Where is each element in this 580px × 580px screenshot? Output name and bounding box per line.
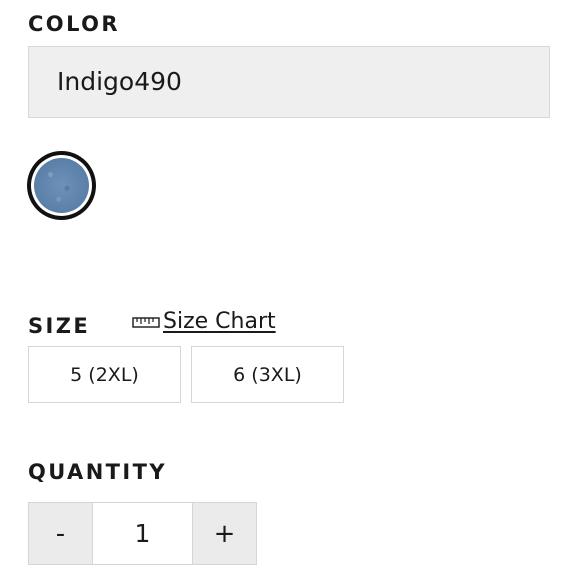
size-chart-label: Size Chart [163, 309, 276, 334]
quantity-stepper: - 1 + [28, 502, 257, 565]
quantity-decrement-button[interactable]: - [29, 503, 93, 564]
color-selected-value: Indigo490 [57, 67, 182, 96]
color-selected-display: Indigo490 [28, 46, 550, 118]
color-heading: COLOR [28, 12, 120, 36]
size-option-2xl[interactable]: 5 (2XL) [28, 346, 181, 403]
color-swatch-fill [34, 158, 89, 213]
quantity-heading: QUANTITY [28, 460, 167, 484]
size-option-3xl[interactable]: 6 (3XL) [191, 346, 344, 403]
size-heading: SIZE [28, 314, 91, 338]
size-chart-link[interactable]: Size Chart [132, 311, 276, 333]
ruler-icon [132, 314, 160, 330]
quantity-increment-button[interactable]: + [192, 503, 256, 564]
color-swatch-indigo490[interactable] [27, 151, 96, 220]
quantity-input[interactable]: 1 [93, 503, 192, 564]
product-options-panel: COLOR Indigo490 SIZE Size Chart 5 (2XL) … [0, 0, 580, 580]
